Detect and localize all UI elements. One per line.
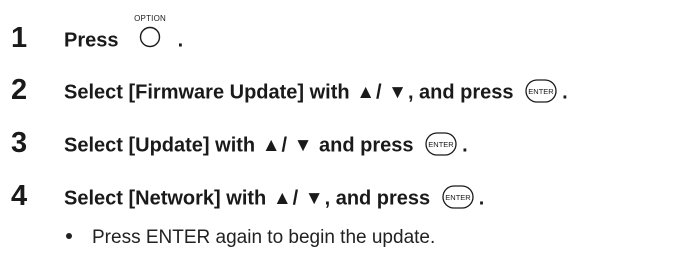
- option-button-caption: OPTION: [134, 13, 166, 23]
- step-text-after: .: [478, 187, 485, 210]
- enter-button-icon: ENTER: [442, 185, 474, 209]
- up-triangle-icon: ▲: [356, 81, 375, 103]
- enter-button-label: ENTER: [528, 87, 554, 96]
- step-text: Select [Network] with ▲/ ▼, and press EN…: [64, 178, 484, 219]
- enter-button-icon: ENTER: [425, 132, 457, 156]
- note-text: Press ENTER again to begin the update.: [92, 227, 436, 248]
- step-text: Select [Update] with ▲/ ▼ and press ENTE…: [64, 125, 468, 166]
- option-button-icon: OPTION: [130, 14, 170, 52]
- step-number: 2: [11, 74, 28, 106]
- down-triangle-icon: ▼: [304, 187, 324, 209]
- down-triangle-icon: ▼: [388, 81, 407, 103]
- enter-button-label: ENTER: [428, 140, 454, 149]
- down-triangle-icon: ▼: [293, 134, 313, 156]
- circle-button-icon: [139, 26, 161, 47]
- enter-button-icon: ENTER: [525, 79, 557, 103]
- slash-separator: /: [376, 81, 382, 104]
- step-text-after: .: [562, 81, 568, 104]
- up-triangle-icon: ▲: [261, 134, 281, 156]
- note-bullet: Press ENTER again to begin the update.: [64, 224, 435, 252]
- step-number: 4: [11, 180, 28, 212]
- step-number: 1: [11, 22, 28, 54]
- slash-separator: /: [292, 187, 299, 210]
- step-text-after: .: [462, 134, 468, 157]
- step-text-after: .: [177, 29, 184, 52]
- step-text-mid: , and press: [407, 81, 514, 104]
- step-text: Select [Firmware Update] with ▲/ ▼, and …: [64, 72, 568, 113]
- step-text-before: Select [Update] with: [64, 134, 256, 157]
- step-text-before: Select [Network] with: [64, 187, 267, 210]
- step-text-before: Press: [64, 29, 119, 52]
- slash-separator: /: [281, 134, 288, 157]
- step-text: Press OPTION .: [64, 14, 184, 61]
- up-triangle-icon: ▲: [272, 187, 292, 209]
- step-text-before: Select [Firmware Update] with: [64, 81, 350, 104]
- step-text-mid: and press: [319, 134, 414, 157]
- step-text-mid: , and press: [324, 187, 431, 210]
- enter-button-label: ENTER: [445, 193, 471, 202]
- step-number: 3: [11, 127, 28, 159]
- bullet-icon: [66, 233, 72, 240]
